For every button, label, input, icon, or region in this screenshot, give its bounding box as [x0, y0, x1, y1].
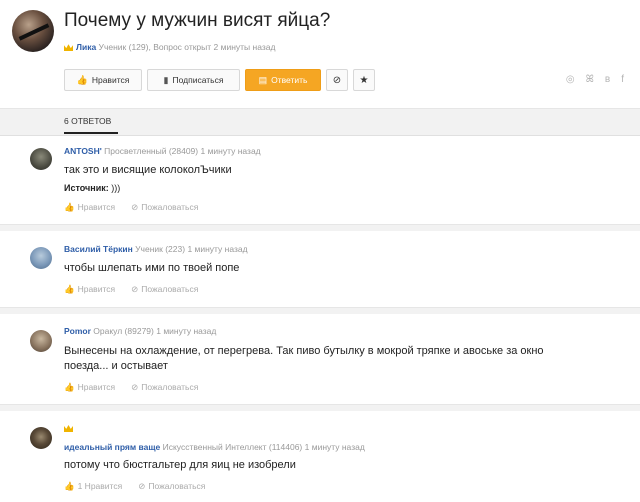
cart-icon: ▤ [258, 74, 268, 85]
report-label: Пожаловаться [141, 284, 199, 294]
subscribe-label: Подписаться [172, 75, 224, 85]
answer-actions: 👍 Нравится ⊘ Пожаловаться [64, 202, 198, 213]
answers-tabbar: 6 ответов [0, 108, 640, 136]
report-label: Пожаловаться [141, 202, 199, 212]
question-header: Почему у мужчин висят яйца? Лика Ученик … [0, 0, 640, 108]
answer-time: 1 минуту назад [200, 146, 261, 156]
mail-icon[interactable]: ◎ [566, 74, 575, 85]
report-link[interactable]: ⊘ Пожаловаться [131, 284, 198, 295]
answerer-name[interactable]: ANTOSH' [64, 146, 102, 156]
answer-item: идеальный прям ваще Искусственный Интелл… [0, 411, 640, 502]
answer-button[interactable]: ▤ Ответить [245, 69, 321, 91]
report-link[interactable]: ⊘ Пожаловаться [131, 382, 198, 393]
answer-actions: 👍 Нравится ⊘ Пожаловаться [64, 284, 198, 295]
answerer-rank: Искусственный Интеллект (114406) [162, 442, 303, 452]
answer-like-label: Нравится [77, 382, 116, 392]
question-status: Вопрос открыт 2 минуты назад [153, 42, 276, 52]
answer-time: 1 минуту назад [187, 244, 248, 254]
answer-actions: 👍 Нравится ⊘ Пожаловаться [64, 382, 198, 393]
answer-time: 1 минуту назад [156, 326, 217, 336]
answer-like-link[interactable]: 👍 Нравится [64, 284, 115, 295]
block-icon: ⊘ [131, 382, 139, 392]
answer-text: потому что бюстгальтер для яиц не изобре… [64, 459, 296, 471]
thumbs-up-icon: 👍 [64, 481, 75, 491]
thumbs-up-icon: 👍 [64, 284, 75, 294]
answer-like-label: 1 Нравится [77, 481, 123, 491]
block-button[interactable]: ⊘ [326, 69, 348, 91]
vk-icon[interactable]: в [605, 74, 610, 85]
answer-like-link[interactable]: 👍 Нравится [64, 382, 115, 393]
answerer-rank: Оракул (89279) [93, 326, 154, 336]
odnoklassniki-icon[interactable]: ꕤ [586, 74, 594, 85]
avatar[interactable] [30, 427, 52, 449]
subscribe-button[interactable]: ▮ Подписаться [147, 69, 240, 91]
thumbs-up-icon: 👍 [64, 202, 75, 212]
block-icon: ⊘ [131, 284, 139, 294]
answer-label: Ответить [271, 75, 308, 85]
question-actions: 👍 Нравится ▮ Подписаться ▤ Ответить ⊘ ★ [64, 69, 375, 91]
avatar[interactable] [30, 247, 52, 269]
star-icon: ★ [359, 74, 369, 86]
answerer-rank: Просветленный (28409) [104, 146, 199, 156]
answer-like-link[interactable]: 👍 Нравится [64, 202, 115, 213]
divider [0, 404, 640, 411]
asker-name[interactable]: Лика [76, 42, 96, 52]
source-value: ))) [111, 183, 121, 193]
crown-icon [64, 44, 73, 52]
thumbs-up-icon: 👍 [64, 382, 75, 392]
tab-answers[interactable]: 6 ответов [64, 116, 111, 126]
crown-icon [64, 425, 73, 432]
answer-item: ANTOSH' Просветленный (28409) 1 минуту н… [0, 134, 640, 224]
answer-like-label: Нравится [77, 202, 116, 212]
answerer-name[interactable]: Василий Тёркин [64, 244, 133, 254]
answer-like-link[interactable]: 👍 1 Нравится [64, 481, 122, 492]
answerer-rank: Ученик (223) [135, 244, 186, 254]
favorite-button[interactable]: ★ [353, 69, 375, 91]
answerer-name[interactable]: идеальный прям ваще [64, 442, 160, 452]
answer-text: чтобы шлепать ими по твоей попе [64, 262, 240, 274]
social-share: ◎ ꕤ в f [566, 74, 624, 85]
divider [0, 224, 640, 231]
divider [0, 307, 640, 314]
answer-source: Источник: ))) [64, 183, 120, 193]
report-label: Пожаловаться [148, 481, 206, 491]
answer-text: так это и висящие колоколЪчики [64, 164, 232, 176]
avatar[interactable] [30, 148, 52, 170]
answer-text: Вынесены на охлаждение, от перегрева. Та… [64, 345, 544, 372]
answerer-name[interactable]: Pomor [64, 326, 91, 336]
answer-meta: Pomor Оракул (89279) 1 минуту назад [64, 326, 216, 336]
bookmark-icon: ▮ [163, 74, 169, 85]
asker-avatar[interactable] [12, 10, 54, 52]
thumbs-up-icon: 👍 [76, 74, 88, 85]
report-link[interactable]: ⊘ Пожаловаться [138, 481, 205, 492]
avatar[interactable] [30, 330, 52, 352]
answer-like-label: Нравится [77, 284, 116, 294]
like-button[interactable]: 👍 Нравится [64, 69, 142, 91]
answer-meta: ANTOSH' Просветленный (28409) 1 минуту н… [64, 146, 261, 156]
answer-time: 1 минуту назад [304, 442, 365, 452]
block-icon: ⊘ [138, 481, 146, 491]
answer-item: Василий Тёркин Ученик (223) 1 минуту наз… [0, 231, 640, 313]
like-label: Нравится [91, 75, 130, 85]
source-label: Источник: [64, 183, 109, 193]
asker-rank: Ученик (129), [98, 42, 151, 52]
answer-meta: идеальный прям ваще Искусственный Интелл… [64, 442, 365, 452]
answer-meta: Василий Тёркин Ученик (223) 1 минуту наз… [64, 244, 248, 254]
block-icon: ⊘ [131, 202, 139, 212]
block-icon: ⊘ [332, 74, 342, 86]
question-meta: Лика Ученик (129), Вопрос открыт 2 минут… [64, 42, 275, 52]
answer-item: Pomor Оракул (89279) 1 минуту назад Выне… [0, 314, 640, 410]
question-title: Почему у мужчин висят яйца? [64, 10, 331, 31]
report-link[interactable]: ⊘ Пожаловаться [131, 202, 198, 213]
answer-actions: 👍 1 Нравится ⊘ Пожаловаться [64, 481, 205, 492]
report-label: Пожаловаться [141, 382, 199, 392]
facebook-icon[interactable]: f [621, 74, 624, 85]
